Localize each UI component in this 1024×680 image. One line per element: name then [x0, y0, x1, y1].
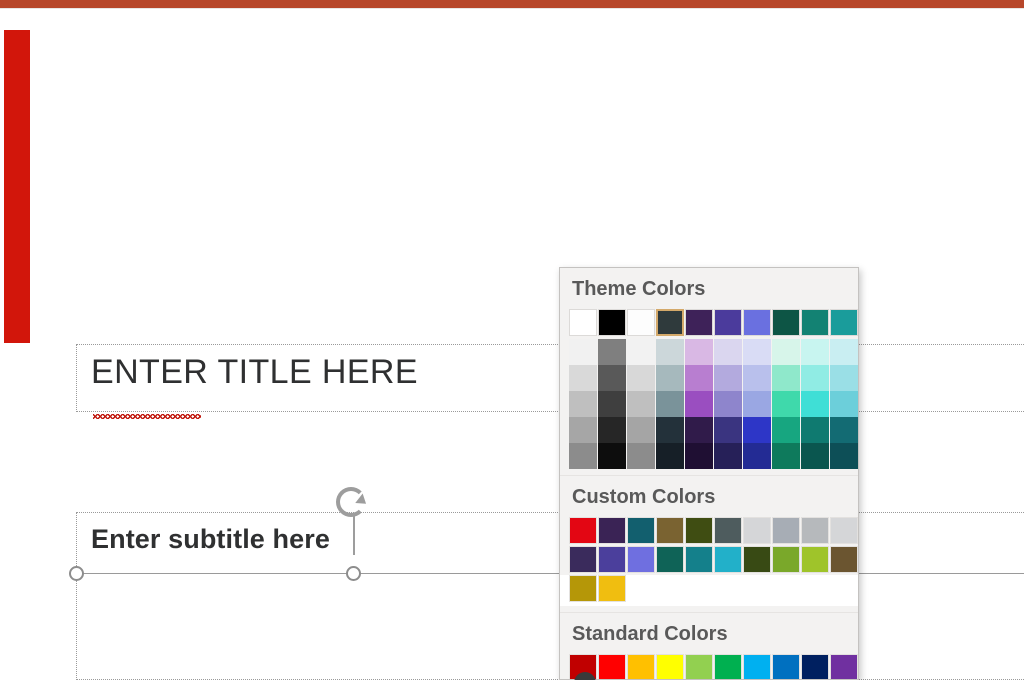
shade-column[interactable]: [830, 339, 858, 469]
standard-color-swatch[interactable]: [714, 654, 742, 679]
theme-color-swatch[interactable]: [772, 309, 800, 336]
shade-column[interactable]: [801, 339, 829, 469]
custom-colors-row-1: [560, 517, 858, 544]
standard-colors-header: Standard Colors: [572, 623, 728, 645]
theme-color-swatch[interactable]: [801, 309, 829, 336]
theme-color-swatch[interactable]: [830, 309, 858, 336]
standard-color-swatch[interactable]: [685, 654, 713, 679]
custom-color-swatch[interactable]: [569, 546, 597, 573]
custom-color-swatch[interactable]: [627, 546, 655, 573]
custom-color-swatch[interactable]: [801, 517, 829, 544]
custom-color-swatch[interactable]: [830, 546, 858, 573]
shade-column[interactable]: [714, 339, 742, 469]
custom-color-swatch[interactable]: [743, 546, 771, 573]
custom-color-swatch[interactable]: [714, 546, 742, 573]
font-color-dropdown[interactable]: Theme Colors Custom Colors Standard Colo…: [559, 267, 859, 680]
spellcheck-underline: [93, 414, 201, 419]
resize-handle-left[interactable]: [69, 566, 84, 581]
theme-color-swatch[interactable]: [569, 309, 597, 336]
theme-colors-header: Theme Colors: [572, 278, 706, 300]
shade-column[interactable]: [569, 339, 597, 469]
subtitle-placeholder-text[interactable]: Enter subtitle here: [91, 524, 330, 555]
standard-color-swatch[interactable]: [743, 654, 771, 679]
standard-color-swatch[interactable]: [830, 654, 858, 679]
theme-color-swatch[interactable]: [598, 309, 626, 336]
custom-color-swatch[interactable]: [598, 517, 626, 544]
custom-color-swatch[interactable]: [569, 575, 597, 602]
custom-color-swatch[interactable]: [772, 546, 800, 573]
theme-color-swatch[interactable]: [627, 309, 655, 336]
custom-color-swatch[interactable]: [598, 546, 626, 573]
shade-column[interactable]: [598, 339, 626, 469]
subtitle-placeholder-body[interactable]: [76, 574, 1024, 680]
theme-color-swatch[interactable]: [743, 309, 771, 336]
custom-color-swatch[interactable]: [772, 517, 800, 544]
standard-color-swatch[interactable]: [627, 654, 655, 679]
custom-colors-header: Custom Colors: [572, 486, 716, 508]
slide-accent-bar: [4, 30, 30, 343]
custom-color-swatch[interactable]: [830, 517, 858, 544]
standard-color-swatch[interactable]: [598, 654, 626, 679]
custom-color-swatch[interactable]: [656, 517, 684, 544]
custom-color-swatch[interactable]: [598, 575, 626, 602]
powerpoint-window: Presentation12 - PowerPoint sign Transit…: [0, 0, 1024, 680]
custom-color-swatch[interactable]: [569, 517, 597, 544]
shade-column[interactable]: [772, 339, 800, 469]
custom-color-swatch[interactable]: [627, 517, 655, 544]
theme-color-swatch[interactable]: [685, 309, 713, 336]
shade-column[interactable]: [627, 339, 655, 469]
theme-color-swatch[interactable]: [714, 309, 742, 336]
custom-color-swatch[interactable]: [743, 517, 771, 544]
shade-column[interactable]: [743, 339, 771, 469]
theme-color-swatch-selected[interactable]: [656, 309, 684, 336]
custom-color-swatch[interactable]: [685, 517, 713, 544]
custom-color-swatch[interactable]: [685, 546, 713, 573]
custom-colors-row-3: [560, 575, 858, 606]
standard-colors-row: [560, 654, 858, 679]
standard-color-swatch[interactable]: [772, 654, 800, 679]
shade-column[interactable]: [656, 339, 684, 469]
rotate-handle-icon[interactable]: [336, 487, 374, 555]
custom-colors-row-2: [560, 546, 858, 573]
resize-handle-middle[interactable]: [346, 566, 361, 581]
standard-color-swatch[interactable]: [656, 654, 684, 679]
standard-color-swatch[interactable]: [801, 654, 829, 679]
custom-color-swatch[interactable]: [801, 546, 829, 573]
theme-color-shades: [560, 339, 858, 469]
shade-column[interactable]: [685, 339, 713, 469]
selection-border: [76, 573, 1024, 574]
custom-color-swatch[interactable]: [714, 517, 742, 544]
theme-colors-row: [560, 309, 858, 336]
custom-color-swatch[interactable]: [656, 546, 684, 573]
title-placeholder-text[interactable]: ENTER TITLE HERE: [91, 353, 418, 392]
slide[interactable]: [0, 8, 1024, 351]
